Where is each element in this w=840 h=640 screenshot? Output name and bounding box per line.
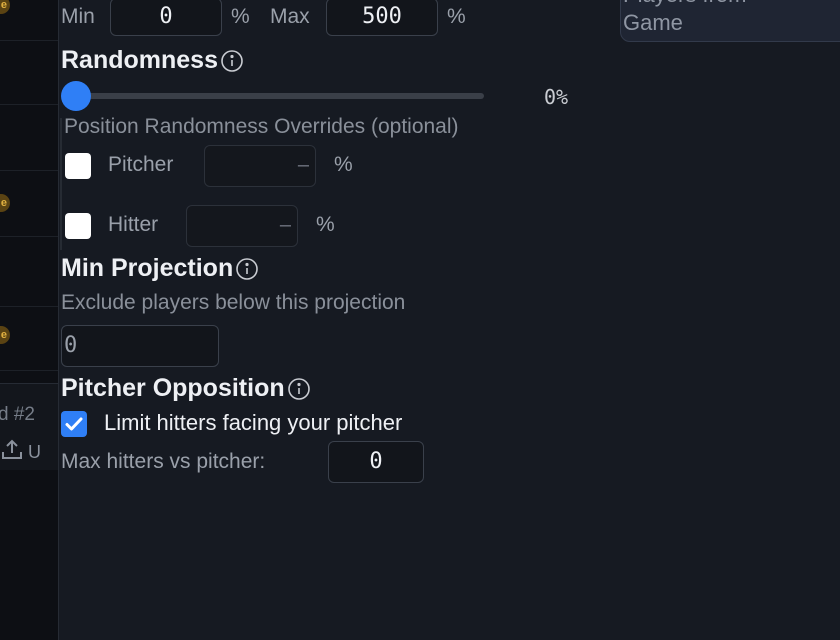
info-circle-icon[interactable] — [220, 49, 244, 73]
stepper-dash-icon: – — [279, 214, 291, 236]
randomness-heading: Randomness — [61, 46, 244, 75]
max-unit: % — [447, 5, 466, 28]
hitter-override-checkbox[interactable] — [65, 213, 91, 239]
rail-divider — [0, 104, 58, 105]
max-hitters-input[interactable]: 0 — [328, 441, 424, 483]
stepper-dash-icon: – — [297, 154, 309, 176]
min-input[interactable]: 0 — [110, 0, 222, 36]
min-projection-heading: Min Projection — [61, 254, 259, 283]
min-projection-input[interactable]: 0 — [61, 325, 219, 367]
rail-lineup-label: d #2 — [0, 404, 35, 425]
left-sidebar: e e e d #2 U — [0, 0, 59, 640]
rail-divider — [0, 306, 58, 307]
min-unit: % — [231, 5, 250, 28]
randomness-slider-thumb[interactable] — [61, 81, 91, 111]
card-title-line-2: Game — [623, 10, 683, 35]
pitcher-opposition-heading: Pitcher Opposition — [61, 374, 311, 403]
pitcher-override-unit: % — [334, 153, 353, 176]
max-hitters-label: Max hitters vs pitcher: — [61, 450, 266, 473]
checkmark-icon — [61, 417, 87, 441]
limit-hitters-label[interactable]: Limit hitters facing your pitcher — [104, 410, 402, 436]
rail-divider — [0, 236, 58, 237]
card-extra: m — [819, 0, 836, 4]
rail-badge: e — [0, 194, 10, 212]
min-projection-description: Exclude players below this projection — [61, 291, 406, 314]
pitcher-override-input[interactable]: – — [204, 145, 316, 187]
rail-badge: e — [0, 0, 10, 14]
upload-button[interactable]: U — [0, 438, 41, 467]
upload-label: U — [28, 442, 41, 462]
overrides-divider — [60, 118, 62, 250]
pitcher-override-label: Pitcher — [108, 153, 174, 176]
min-projection-title: Min Projection — [61, 254, 234, 282]
randomness-title: Randomness — [61, 46, 218, 74]
randomness-value: 0% — [544, 85, 569, 109]
card-title: Players from Game — [623, 0, 746, 37]
rail-divider — [0, 40, 58, 41]
card-title-line-1: Players from — [623, 0, 746, 9]
max-input[interactable]: 500 — [326, 0, 438, 36]
upload-icon — [0, 438, 28, 467]
hitter-override-label: Hitter — [108, 213, 159, 236]
hitter-override-input[interactable]: – — [186, 205, 298, 247]
info-circle-icon[interactable] — [235, 257, 259, 281]
rail-badge: e — [0, 326, 10, 344]
info-circle-icon[interactable] — [287, 377, 311, 401]
players-from-game-card[interactable]: Players from Game m — [620, 0, 840, 42]
min-label: Min — [61, 5, 95, 28]
randomness-slider-track[interactable] — [62, 93, 484, 99]
rail-divider — [0, 170, 58, 171]
pitcher-override-checkbox[interactable] — [65, 153, 91, 179]
hitter-override-unit: % — [316, 213, 335, 236]
max-label: Max — [270, 5, 310, 28]
overrides-label: Position Randomness Overrides (optional) — [64, 115, 459, 138]
settings-panel: Min 0 % Max 500 % Randomness 0% Position… — [60, 0, 620, 640]
limit-hitters-checkbox[interactable] — [61, 411, 87, 437]
pitcher-opposition-title: Pitcher Opposition — [61, 374, 285, 402]
rail-divider — [0, 370, 58, 371]
